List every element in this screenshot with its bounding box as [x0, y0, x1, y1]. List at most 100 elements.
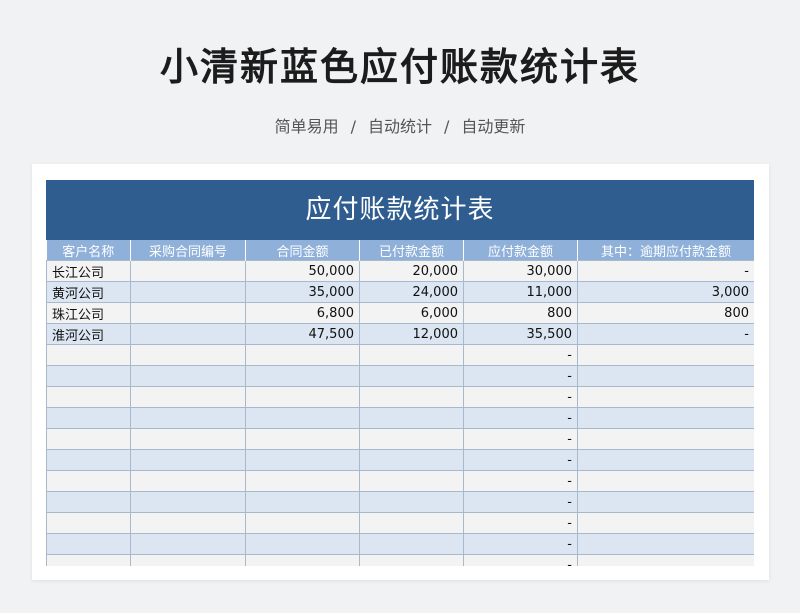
cell-contract-no[interactable] — [130, 491, 246, 513]
cell-overdue-amount[interactable] — [577, 365, 754, 387]
cell-payable-amount[interactable]: - — [463, 512, 578, 534]
cell-contract-no[interactable] — [130, 554, 246, 566]
cell-contract-no[interactable] — [130, 365, 246, 387]
cell-customer[interactable] — [46, 470, 131, 492]
cell-paid-amount[interactable] — [359, 407, 464, 429]
cell-overdue-amount[interactable] — [577, 491, 754, 513]
cell-payable-amount[interactable]: - — [463, 365, 578, 387]
cell-contract-no[interactable] — [130, 386, 246, 408]
cell-payable-amount[interactable]: 35,500 — [463, 323, 578, 345]
tag-1: 简单易用 — [274, 117, 339, 136]
cell-customer[interactable] — [46, 365, 131, 387]
cell-customer[interactable] — [46, 407, 131, 429]
tag-3: 自动更新 — [461, 117, 526, 136]
cell-contract-amount[interactable] — [245, 365, 360, 387]
cell-customer[interactable] — [46, 428, 131, 450]
cell-customer[interactable] — [46, 512, 131, 534]
column-header-paid-amount[interactable]: 已付款金额 — [359, 240, 464, 261]
cell-overdue-amount[interactable] — [577, 512, 754, 534]
cell-payable-amount[interactable]: - — [463, 344, 578, 366]
cell-payable-amount[interactable]: - — [463, 470, 578, 492]
cell-contract-amount[interactable]: 50,000 — [245, 260, 360, 282]
cell-paid-amount[interactable] — [359, 491, 464, 513]
cell-contract-amount[interactable] — [245, 533, 360, 555]
cell-payable-amount[interactable]: 800 — [463, 302, 578, 324]
cell-paid-amount[interactable] — [359, 554, 464, 566]
cell-contract-no[interactable] — [130, 533, 246, 555]
cell-payable-amount[interactable]: - — [463, 554, 578, 566]
cell-contract-amount[interactable] — [245, 470, 360, 492]
cell-contract-no[interactable] — [130, 260, 246, 282]
cell-paid-amount[interactable] — [359, 533, 464, 555]
cell-contract-amount[interactable]: 35,000 — [245, 281, 360, 303]
cell-paid-amount[interactable] — [359, 365, 464, 387]
cell-overdue-amount[interactable]: 800 — [577, 302, 754, 324]
cell-contract-no[interactable] — [130, 470, 246, 492]
column-header-contract-amount[interactable]: 合同金额 — [245, 240, 360, 261]
cell-overdue-amount[interactable] — [577, 449, 754, 471]
cell-customer[interactable]: 珠江公司 — [46, 302, 131, 324]
cell-contract-no[interactable] — [130, 428, 246, 450]
cell-paid-amount[interactable] — [359, 386, 464, 408]
cell-contract-amount[interactable] — [245, 449, 360, 471]
cell-contract-amount[interactable] — [245, 386, 360, 408]
cell-contract-amount[interactable] — [245, 554, 360, 566]
cell-paid-amount[interactable] — [359, 449, 464, 471]
cell-paid-amount[interactable] — [359, 512, 464, 534]
cell-contract-amount[interactable] — [245, 428, 360, 450]
cell-payable-amount[interactable]: - — [463, 491, 578, 513]
cell-overdue-amount[interactable] — [577, 386, 754, 408]
cell-overdue-amount[interactable]: - — [577, 260, 754, 282]
cell-overdue-amount[interactable]: 3,000 — [577, 281, 754, 303]
cell-overdue-amount[interactable] — [577, 533, 754, 555]
cell-customer[interactable]: 黄河公司 — [46, 281, 131, 303]
cell-payable-amount[interactable]: 30,000 — [463, 260, 578, 282]
cell-payable-amount[interactable]: - — [463, 449, 578, 471]
cell-overdue-amount[interactable]: - — [577, 323, 754, 345]
cell-contract-amount[interactable] — [245, 512, 360, 534]
cell-payable-amount[interactable]: - — [463, 407, 578, 429]
cell-contract-no[interactable] — [130, 281, 246, 303]
cell-overdue-amount[interactable] — [577, 428, 754, 450]
cell-contract-amount[interactable]: 6,800 — [245, 302, 360, 324]
table-body: 长江公司 50,000 20,000 30,000- 黄河公司 35,000 24,000 1… — [46, 260, 754, 566]
cell-customer[interactable]: 淮河公司 — [46, 323, 131, 345]
cell-contract-amount[interactable] — [245, 344, 360, 366]
cell-contract-no[interactable] — [130, 344, 246, 366]
cell-payable-amount[interactable]: - — [463, 428, 578, 450]
cell-customer[interactable]: 长江公司 — [46, 260, 131, 282]
cell-payable-amount[interactable]: 11,000 — [463, 281, 578, 303]
cell-paid-amount[interactable]: 12,000 — [359, 323, 464, 345]
cell-customer[interactable] — [46, 344, 131, 366]
cell-contract-no[interactable] — [130, 512, 246, 534]
cell-customer[interactable] — [46, 491, 131, 513]
cell-customer[interactable] — [46, 386, 131, 408]
cell-contract-no[interactable] — [130, 449, 246, 471]
column-header-customer[interactable]: 客户名称 — [46, 240, 131, 261]
cell-paid-amount[interactable] — [359, 428, 464, 450]
cell-paid-amount[interactable]: 6,000 — [359, 302, 464, 324]
cell-payable-amount[interactable]: - — [463, 533, 578, 555]
cell-payable-amount[interactable]: - — [463, 386, 578, 408]
cell-contract-amount[interactable] — [245, 407, 360, 429]
cell-paid-amount[interactable]: 20,000 — [359, 260, 464, 282]
cell-contract-no[interactable] — [130, 407, 246, 429]
cell-customer[interactable] — [46, 449, 131, 471]
cell-contract-amount[interactable]: 47,500 — [245, 323, 360, 345]
cell-customer[interactable] — [46, 533, 131, 555]
cell-overdue-amount[interactable] — [577, 554, 754, 566]
cell-overdue-amount[interactable] — [577, 344, 754, 366]
cell-overdue-amount[interactable] — [577, 407, 754, 429]
column-header-contract-no[interactable]: 采购合同编号 — [130, 240, 246, 261]
cell-customer[interactable] — [46, 554, 131, 566]
cell-paid-amount[interactable]: 24,000 — [359, 281, 464, 303]
column-header-overdue-amount[interactable]: 其中：逾期应付款金额 — [577, 240, 754, 261]
cell-contract-amount[interactable] — [245, 491, 360, 513]
cell-paid-amount[interactable] — [359, 344, 464, 366]
cell-overdue-amount[interactable] — [577, 470, 754, 492]
cell-paid-amount[interactable] — [359, 470, 464, 492]
column-header-payable-amount[interactable]: 应付款金额 — [463, 240, 578, 261]
cell-contract-no[interactable] — [130, 323, 246, 345]
table-row: - — [46, 428, 754, 450]
cell-contract-no[interactable] — [130, 302, 246, 324]
